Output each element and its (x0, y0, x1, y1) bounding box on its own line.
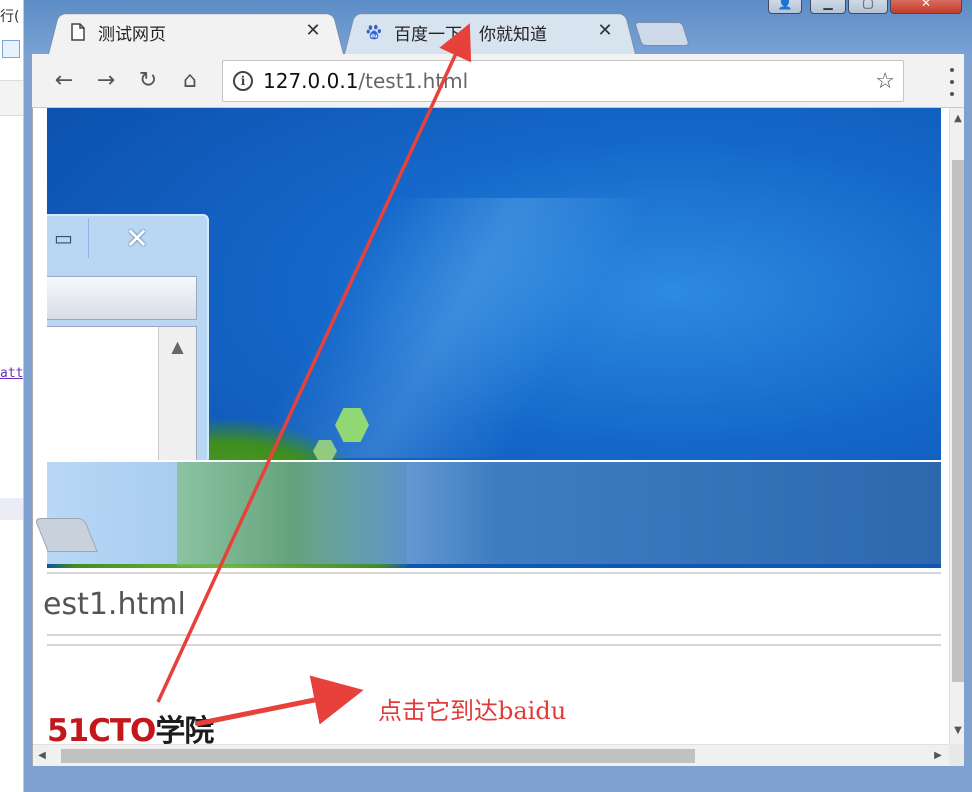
scroll-right-icon[interactable]: ▶ (929, 745, 947, 766)
bookmark-star-icon[interactable]: ☆ (875, 69, 895, 94)
new-tab-button[interactable] (634, 22, 690, 46)
tab-close-icon[interactable]: ✕ (596, 22, 614, 40)
info-icon[interactable]: i (233, 71, 253, 91)
minimize-button[interactable]: ▁ (810, 0, 846, 14)
image-taskbar-band (34, 460, 941, 566)
horizontal-scroll-thumb[interactable] (61, 749, 695, 763)
minimize-icon: ▁ (823, 0, 833, 10)
horizontal-scrollbar[interactable]: ◀ ▶ (33, 744, 949, 766)
home-button[interactable]: ⌂ (176, 66, 204, 94)
browser-window: 👤 ▁ ▢ ✕ du 百度一下，你就知道 ✕ 测试网页 ✕ ← → ↻ ⌂ i … (24, 0, 972, 792)
browser-menu-button[interactable] (942, 68, 962, 96)
background-toolbar-icon[interactable] (2, 40, 20, 58)
reload-icon: ↻ (138, 67, 158, 93)
vertical-scroll-thumb[interactable] (952, 160, 964, 682)
baidu-link[interactable]: 点击它到达baidu (378, 691, 566, 726)
profile-button[interactable]: 👤 (768, 0, 802, 14)
baidu-paw-icon: du (366, 22, 382, 42)
svg-text:du: du (371, 33, 378, 39)
tab-baidu[interactable]: du 百度一下，你就知道 ✕ (344, 10, 636, 54)
maximize-icon: ▢ (862, 0, 874, 10)
home-icon: ⌂ (183, 67, 197, 93)
forward-button[interactable]: → (92, 66, 120, 94)
close-icon: ✕ (920, 0, 932, 10)
restore-icon: ▭ (47, 218, 89, 258)
browser-toolbar: ← → ↻ ⌂ i 127.0.0.1/test1.html ☆ (32, 54, 964, 108)
url-text: 127.0.0.1/test1.html (263, 69, 468, 93)
back-button[interactable]: ← (50, 66, 78, 94)
reload-button[interactable]: ↻ (134, 66, 162, 94)
url-host: 127.0.0.1 (263, 69, 359, 93)
page-viewport: ▭ ✕ ▲ est1.html 51CTO学院 点击它到达baidu ▲ ▼ (32, 108, 964, 766)
background-selection-row (0, 498, 23, 520)
vertical-scrollbar[interactable]: ▲ ▼ (949, 108, 964, 744)
scroll-down-icon[interactable]: ▼ (950, 722, 964, 740)
url-path: /test1.html (358, 69, 469, 93)
scroll-up-icon[interactable]: ▲ (950, 110, 964, 128)
background-app: 行( att (0, 0, 24, 792)
image-address-fragment: est1.html (43, 572, 941, 636)
tab-close-icon[interactable]: ✕ (304, 22, 322, 40)
tab-title: 测试网页 (98, 24, 166, 45)
close-window-button[interactable]: ✕ (890, 0, 962, 14)
back-arrow-icon: ← (54, 67, 74, 93)
logo-51cto: 51CTO 学院 (47, 713, 214, 749)
tab-title: 百度一下，你就知道 (394, 24, 547, 45)
image-window-fragment: ▭ ✕ ▲ (47, 214, 209, 467)
scroll-left-icon[interactable]: ◀ (33, 745, 51, 766)
page-icon (70, 22, 86, 42)
user-icon: 👤 (777, 0, 793, 10)
background-menu-text: 行( (0, 9, 20, 25)
maximize-button[interactable]: ▢ (848, 0, 888, 14)
close-icon: ✕ (125, 221, 149, 255)
background-toolbar-band (0, 80, 23, 116)
tab-test-page[interactable]: 测试网页 ✕ (48, 10, 344, 54)
background-code-link[interactable]: att (0, 366, 23, 381)
window-bottom-border (24, 766, 972, 792)
scroll-up-icon: ▲ (171, 337, 184, 356)
forward-arrow-icon: → (96, 67, 116, 93)
address-bar[interactable]: i 127.0.0.1/test1.html ☆ (222, 60, 904, 102)
